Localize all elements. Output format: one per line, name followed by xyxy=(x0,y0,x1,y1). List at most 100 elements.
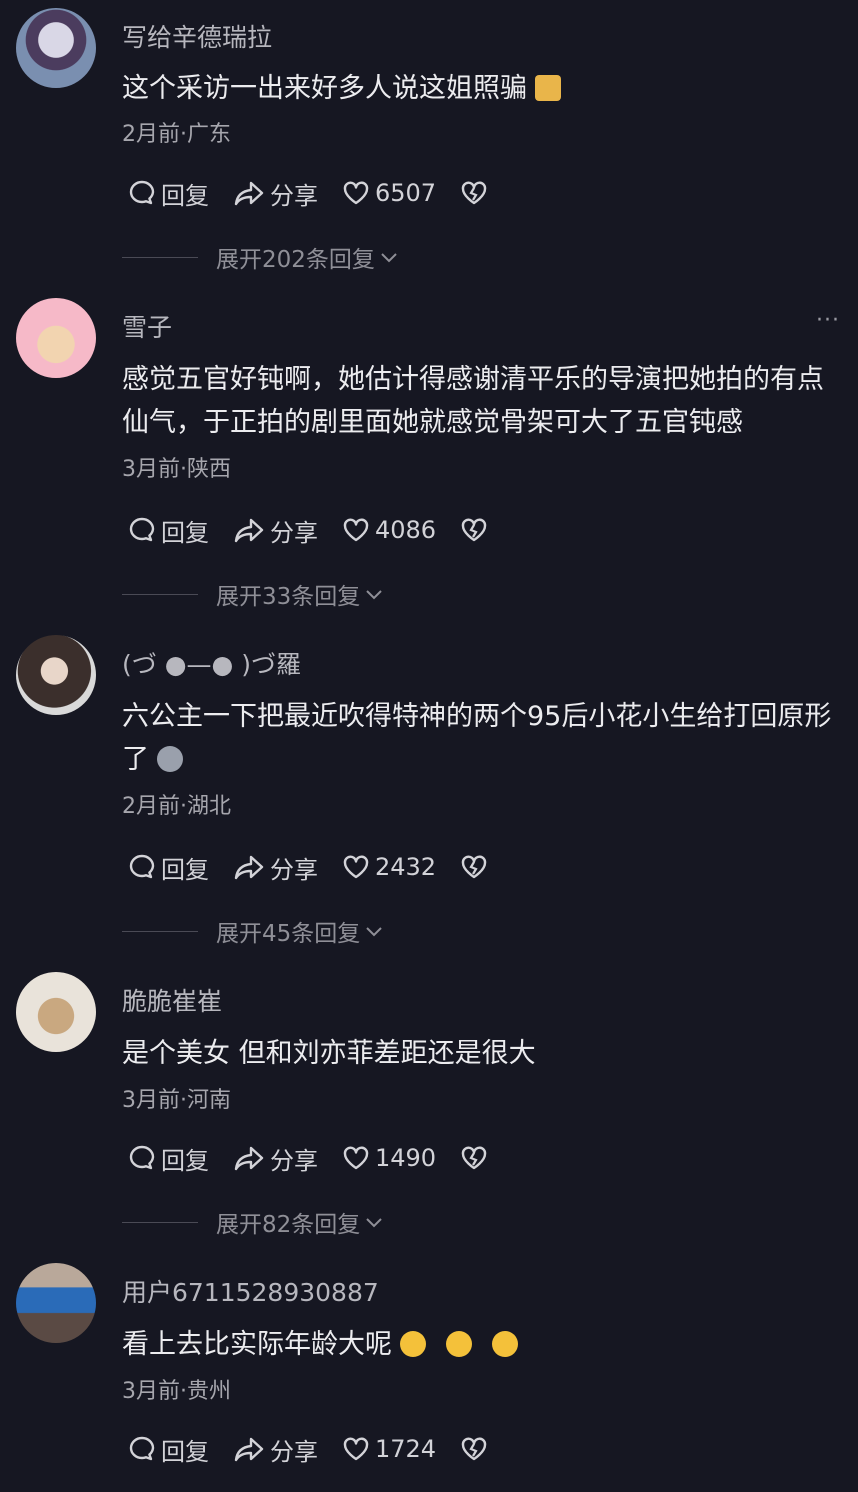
share-button[interactable]: 分享 xyxy=(233,850,318,885)
laughing-emoji-icon xyxy=(400,1331,426,1357)
laughing-emoji-icon xyxy=(492,1331,518,1357)
share-arrow-icon xyxy=(234,1437,264,1462)
expand-replies-label: 展开82条回复 xyxy=(216,1212,361,1238)
heart-icon xyxy=(343,518,369,542)
reply-label: 回复 xyxy=(161,181,209,210)
share-label: 分享 xyxy=(270,1437,318,1466)
share-arrow-icon xyxy=(234,1146,264,1171)
share-label: 分享 xyxy=(270,855,318,884)
share-arrow-icon xyxy=(234,518,264,543)
comment-meta: 2月前·广东 xyxy=(122,122,231,147)
avatar[interactable] xyxy=(16,972,96,1052)
chevron-down-icon xyxy=(366,1218,382,1228)
share-label: 分享 xyxy=(270,181,318,210)
wolf-emoji-icon xyxy=(157,746,183,772)
reply-label: 回复 xyxy=(161,518,209,547)
divider xyxy=(122,256,198,258)
comment-meta: 2月前·湖北 xyxy=(122,794,231,819)
cat-emoji-icon xyxy=(535,75,561,101)
dislike-button[interactable] xyxy=(460,516,493,544)
comment-meta: 3月前·陕西 xyxy=(122,457,231,482)
like-button[interactable]: 4086 xyxy=(342,516,436,544)
heart-icon xyxy=(343,181,369,205)
comment-meta: 3月前·河南 xyxy=(122,1088,231,1113)
like-count: 4086 xyxy=(375,516,437,544)
comment-bubble-icon xyxy=(129,1436,155,1461)
dislike-button[interactable] xyxy=(460,179,493,207)
broken-heart-icon xyxy=(461,1146,487,1170)
broken-heart-icon xyxy=(461,1437,487,1461)
username[interactable]: 用户6711528930887 xyxy=(122,1273,379,1309)
broken-heart-icon xyxy=(461,518,487,542)
broken-heart-icon xyxy=(461,181,487,205)
heart-icon xyxy=(343,855,369,879)
comment-text-content: 六公主一下把最近吹得特神的两个95后小花小生给打回原形了 xyxy=(122,701,832,775)
action-bar: 回复 分享 1490 xyxy=(128,1140,517,1176)
comment-meta: 3月前·贵州 xyxy=(122,1379,231,1404)
comment-text: 感觉五官好钝啊，她估计得感谢清平乐的导演把她拍的有点仙气，于正拍的剧里面她就感觉… xyxy=(122,364,824,438)
avatar[interactable] xyxy=(16,298,96,378)
comment-text: 这个采访一出来好多人说这姐照骗 xyxy=(122,67,846,110)
like-button[interactable]: 1490 xyxy=(342,1144,436,1172)
avatar[interactable] xyxy=(16,8,96,88)
like-button[interactable]: 6507 xyxy=(342,179,436,207)
dislike-button[interactable] xyxy=(460,1435,493,1463)
comment-bubble-icon xyxy=(129,180,155,205)
share-arrow-icon xyxy=(234,855,264,880)
reply-button[interactable]: 回复 xyxy=(128,176,209,211)
divider xyxy=(122,930,198,932)
chevron-down-icon xyxy=(366,590,382,600)
reply-button[interactable]: 回复 xyxy=(128,1432,209,1467)
avatar[interactable] xyxy=(16,635,96,715)
reply-button[interactable]: 回复 xyxy=(128,513,209,548)
heart-icon xyxy=(343,1437,369,1461)
share-label: 分享 xyxy=(270,1146,318,1175)
expand-replies-label: 展开202条回复 xyxy=(216,247,375,273)
share-button[interactable]: 分享 xyxy=(233,1432,318,1467)
username[interactable]: 脆脆崔崔 xyxy=(122,982,222,1018)
comment-bubble-icon xyxy=(129,854,155,879)
like-count: 1724 xyxy=(375,1435,437,1463)
expand-replies-button[interactable]: 展开82条回复 xyxy=(122,1207,384,1238)
share-button[interactable]: 分享 xyxy=(233,513,318,548)
comment-bubble-icon xyxy=(129,1145,155,1170)
share-button[interactable]: 分享 xyxy=(233,176,318,211)
comment-text: 六公主一下把最近吹得特神的两个95后小花小生给打回原形了 xyxy=(122,695,846,781)
comment-text-content: 这个采访一出来好多人说这姐照骗 xyxy=(122,73,527,104)
divider xyxy=(122,593,198,595)
expand-replies-label: 展开33条回复 xyxy=(216,584,361,610)
action-bar: 回复 分享 4086 xyxy=(128,512,517,548)
dislike-button[interactable] xyxy=(460,1144,493,1172)
like-count: 2432 xyxy=(375,853,437,881)
avatar[interactable] xyxy=(16,1263,96,1343)
divider xyxy=(122,1221,198,1223)
action-bar: 回复 分享 1724 xyxy=(128,1431,517,1467)
chevron-down-icon xyxy=(366,927,382,937)
username[interactable]: 写给辛德瑞拉 xyxy=(122,18,272,54)
username[interactable]: (づ ●—● )づ羅 xyxy=(122,645,301,681)
more-options-button[interactable]: ··· xyxy=(816,308,840,333)
comment-text: 看上去比实际年龄大呢 xyxy=(122,1323,846,1366)
comment-bubble-icon xyxy=(129,517,155,542)
reply-label: 回复 xyxy=(161,1146,209,1175)
laughing-emoji-icon xyxy=(446,1331,472,1357)
heart-icon xyxy=(343,1146,369,1170)
action-bar: 回复 分享 2432 xyxy=(128,849,517,885)
username[interactable]: 雪子 xyxy=(122,308,172,344)
reply-label: 回复 xyxy=(161,855,209,884)
like-button[interactable]: 2432 xyxy=(342,853,436,881)
like-count: 6507 xyxy=(375,179,437,207)
expand-replies-button[interactable]: 展开45条回复 xyxy=(122,916,384,947)
share-button[interactable]: 分享 xyxy=(233,1141,318,1176)
expand-replies-button[interactable]: 展开202条回复 xyxy=(122,242,399,273)
comment-text-content: 看上去比实际年龄大呢 xyxy=(122,1329,392,1360)
expand-replies-button[interactable]: 展开33条回复 xyxy=(122,579,384,610)
expand-replies-label: 展开45条回复 xyxy=(216,921,361,947)
reply-button[interactable]: 回复 xyxy=(128,850,209,885)
broken-heart-icon xyxy=(461,855,487,879)
share-arrow-icon xyxy=(234,181,264,206)
reply-button[interactable]: 回复 xyxy=(128,1141,209,1176)
dislike-button[interactable] xyxy=(460,853,493,881)
like-button[interactable]: 1724 xyxy=(342,1435,436,1463)
like-count: 1490 xyxy=(375,1144,437,1172)
